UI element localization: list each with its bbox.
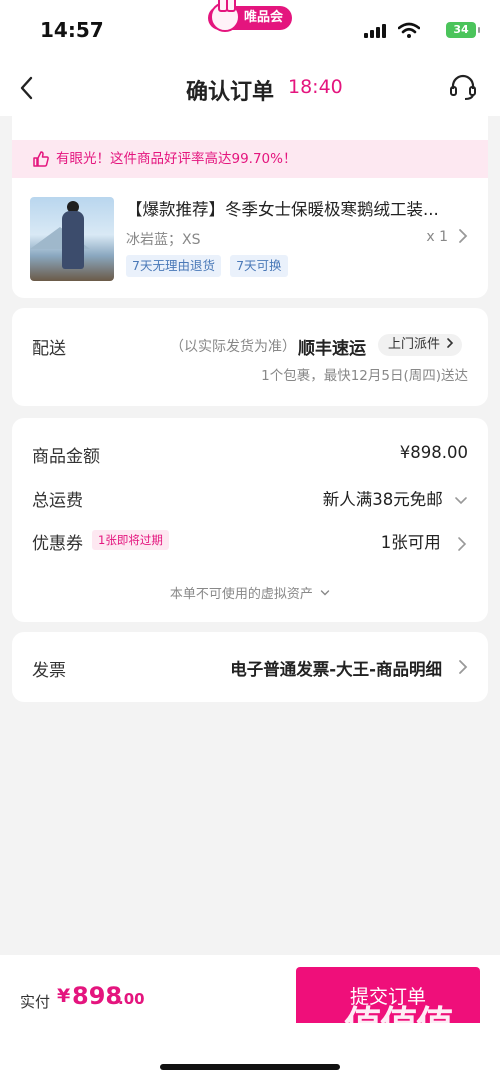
praise-banner: 有眼光！这件商品好评率高达99.70%！ <box>12 140 488 178</box>
coupon-value: 1张可用 <box>380 533 441 552</box>
app-badge-label: 唯品会 <box>244 10 284 25</box>
shipping-value: 新人满38元免邮 <box>322 490 443 509</box>
product-quantity: x 1 <box>426 229 448 245</box>
product-image[interactable] <box>30 197 114 281</box>
product-photo-model <box>62 211 84 269</box>
coupon-row[interactable]: 1张可用 <box>381 529 468 553</box>
site-watermark: 值值值 zhizhizhi.com <box>344 994 490 1078</box>
tag-exchange: 7天可换 <box>230 255 288 277</box>
chevron-down-icon <box>455 496 467 504</box>
product-title[interactable]: 【爆款推荐】冬季女士保暖极寒鹅绒工装... <box>126 196 476 220</box>
signal-icon <box>364 24 386 38</box>
watermark-url: zhizhizhi.com <box>348 1050 455 1066</box>
pay-amount-decimal: .00 <box>118 990 145 1008</box>
praise-text: 有眼光！这件商品好评率高达99.70%！ <box>56 151 297 167</box>
chevron-down-icon <box>320 590 330 596</box>
coupon-expiring-badge: 1张即将过期 <box>92 530 169 550</box>
status-time: 14:57 <box>40 18 104 42</box>
pay-currency: ¥ <box>57 985 71 1007</box>
goods-amount-label: 商品金额 <box>32 447 100 467</box>
rabbit-logo-icon <box>210 0 240 32</box>
countdown-timer: 18:40 <box>288 76 343 98</box>
home-indicator[interactable] <box>160 1064 340 1070</box>
delivery-card: 配送 （以实际发货为准） 顺丰速运 上门派件 1个包裹，最快12月5日(周四)送… <box>12 308 488 406</box>
pay-amount-integer: 898 <box>72 982 123 1010</box>
status-bar: 14:57 唯品会 34 <box>0 0 500 60</box>
thumbs-up-icon <box>33 151 49 167</box>
vip-app-badge: 唯品会 <box>208 0 292 32</box>
chevron-right-icon[interactable] <box>456 227 470 245</box>
delivery-note: （以实际发货为准） <box>170 339 296 355</box>
service-tags: 7天无理由退货 7天可换 <box>126 255 292 277</box>
virtual-assets-label: 本单不可使用的虚拟资产 <box>169 587 313 602</box>
product-spec: 冰岩蓝；XS <box>126 232 201 248</box>
page-title: 确认订单 <box>186 80 275 105</box>
back-arrow-icon[interactable] <box>14 74 42 102</box>
shipping-label: 总运费 <box>32 491 83 511</box>
system-icons: 34 <box>356 22 480 40</box>
invoice-label: 发票 <box>32 661 66 681</box>
chevron-right-icon <box>459 660 468 674</box>
customer-service-icon[interactable] <box>448 72 478 102</box>
nav-bar: 确认订单 18:40 <box>0 60 500 116</box>
tag-return: 7天无理由退货 <box>126 255 221 277</box>
pay-label: 实付 <box>20 993 51 1011</box>
chevron-right-icon <box>447 338 454 348</box>
wifi-icon <box>398 22 420 38</box>
product-card: 有眼光！这件商品好评率高达99.70%！ 【爆款推荐】冬季女士保暖极寒鹅绒工装.… <box>12 116 488 298</box>
virtual-assets-toggle[interactable]: 本单不可使用的虚拟资产 <box>12 583 488 602</box>
coupon-label: 优惠券 <box>32 534 83 554</box>
watermark-glyphs: 值值值 <box>344 1003 454 1047</box>
goods-amount-value: ¥898.00 <box>399 443 468 462</box>
pickup-option-button[interactable]: 上门派件 <box>378 334 463 356</box>
battery-icon: 34 <box>446 22 480 38</box>
invoice-value: 电子普通发票-大王-商品明细 <box>230 660 442 679</box>
chevron-right-icon <box>458 536 467 551</box>
pickup-option-label: 上门派件 <box>388 337 441 352</box>
delivery-carrier: 顺丰速运 <box>298 339 366 359</box>
delivery-label: 配送 <box>32 339 66 359</box>
delivery-eta: 1个包裹，最快12月5日(周四)送达 <box>261 368 468 384</box>
shipping-row[interactable]: 新人满38元免邮 <box>323 486 468 510</box>
price-summary-card: 商品金额 ¥898.00 总运费 新人满38元免邮 优惠券 1张即将过期 1张可… <box>12 418 488 622</box>
invoice-card[interactable]: 发票 电子普通发票-大王-商品明细 <box>12 632 488 702</box>
